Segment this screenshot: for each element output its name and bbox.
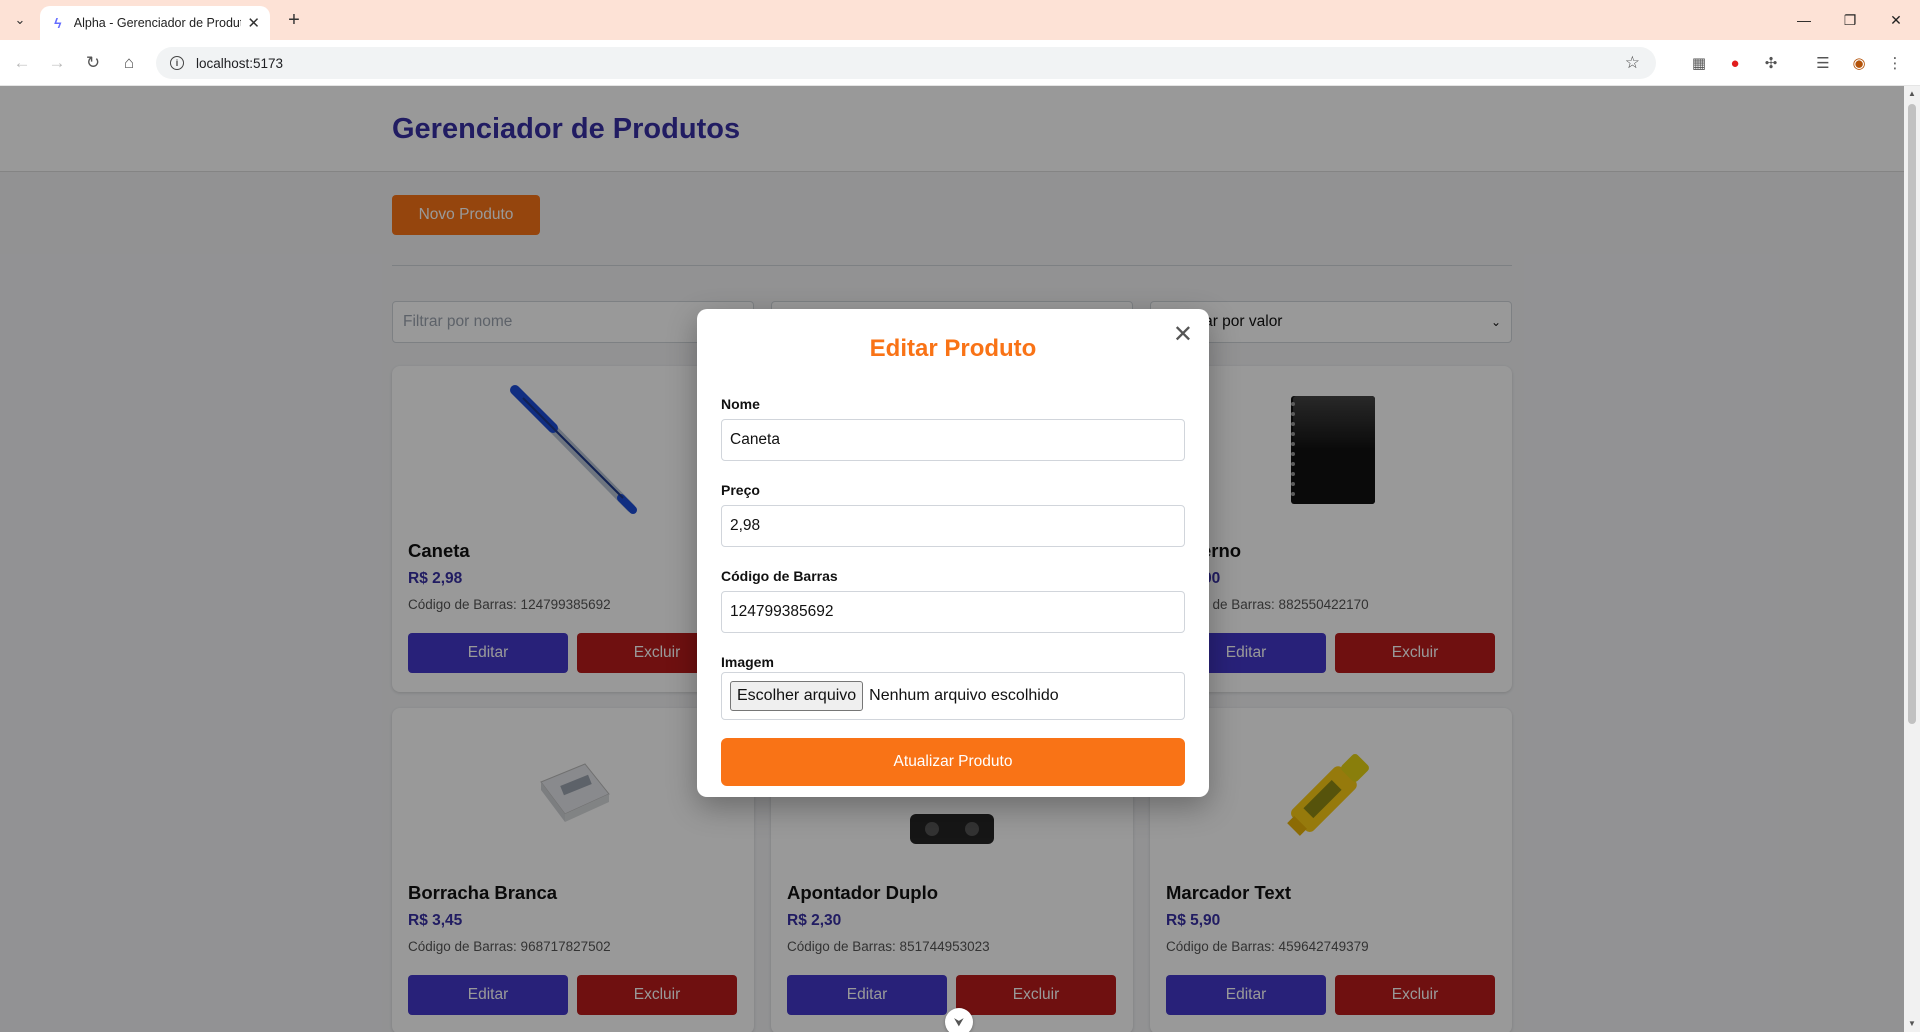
browser-tab[interactable]: ϟ Alpha - Gerenciador de Produtos ✕ <box>40 6 270 40</box>
scroll-down-arrow-icon[interactable]: ▼ <box>1907 1019 1917 1029</box>
restore-icon[interactable]: ❐ <box>1830 6 1870 34</box>
scroll-thumb[interactable] <box>1908 104 1916 724</box>
extensions-puzzle-icon[interactable]: ✣ <box>1760 52 1782 74</box>
profile-avatar-icon[interactable]: ◉ <box>1848 52 1870 74</box>
extension-grid-icon[interactable]: ▦ <box>1688 52 1710 74</box>
edit-product-modal: ✕ Editar Produto Nome Caneta Preço 2,98 … <box>697 309 1209 797</box>
scroll-up-arrow-icon[interactable]: ▲ <box>1907 89 1917 99</box>
minimize-icon[interactable]: — <box>1784 6 1824 34</box>
opera-extension-icon[interactable]: ● <box>1724 52 1746 74</box>
image-label: Imagem <box>721 654 774 670</box>
window-close-icon[interactable]: ✕ <box>1876 6 1916 34</box>
vite-favicon-icon: ϟ <box>54 15 62 31</box>
new-tab-icon[interactable]: + <box>282 8 306 32</box>
choose-file-button[interactable]: Escolher arquivo <box>730 681 864 711</box>
price-label: Preço <box>721 482 760 498</box>
name-input[interactable]: Caneta <box>721 419 1185 461</box>
page: Gerenciador de Produtos Novo Produto Fil… <box>0 86 1904 1032</box>
image-file-input[interactable]: Escolher arquivo Nenhum arquivo escolhid… <box>721 672 1185 720</box>
url-text: localhost:5173 <box>196 55 284 71</box>
back-icon[interactable]: ← <box>10 51 34 75</box>
file-status: Nenhum arquivo escolhido <box>869 687 1059 704</box>
site-info-icon[interactable]: i <box>170 56 184 70</box>
browser-tab-bar: ⌄ ϟ Alpha - Gerenciador de Produtos ✕ + … <box>0 0 1920 40</box>
scroll-down-icon[interactable]: ⮟ <box>945 1008 973 1032</box>
scrollbar[interactable]: ▲ ▼ <box>1904 86 1920 1032</box>
media-control-icon[interactable]: ☰ <box>1812 52 1834 74</box>
bookmark-star-icon[interactable]: ☆ <box>1625 53 1640 73</box>
name-label: Nome <box>721 396 760 412</box>
more-menu-icon[interactable]: ⋮ <box>1884 52 1906 74</box>
tab-close-icon[interactable]: ✕ <box>247 14 260 32</box>
reload-icon[interactable]: ↻ <box>81 51 105 75</box>
modal-title: Editar Produto <box>869 335 1037 362</box>
barcode-input[interactable]: 124799385692 <box>721 591 1185 633</box>
browser-toolbar: ← → ↻ ⌂ i localhost:5173 ☆ ▦ ● ✣ ☰ ◉ ⋮ <box>0 40 1920 86</box>
update-product-button[interactable]: Atualizar Produto <box>721 738 1185 786</box>
address-bar[interactable]: i localhost:5173 ☆ <box>156 47 1656 79</box>
tab-search-icon[interactable]: ⌄ <box>8 8 32 32</box>
price-input[interactable]: 2,98 <box>721 505 1185 547</box>
barcode-label: Código de Barras <box>721 568 838 584</box>
home-icon[interactable]: ⌂ <box>117 51 141 75</box>
forward-icon[interactable]: → <box>45 51 69 75</box>
tab-title: Alpha - Gerenciador de Produtos <box>73 16 242 30</box>
